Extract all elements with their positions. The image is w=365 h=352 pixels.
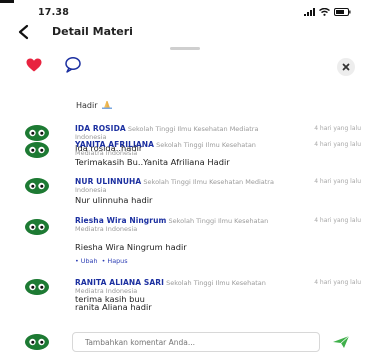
my-avatar-icon (25, 334, 49, 350)
status-bar: 17.38 (0, 0, 365, 22)
comment-time: 4 hari yang lalu (314, 141, 361, 148)
comment-text-line-2: ranita Aliana hadir (75, 302, 152, 312)
signal-icon (304, 8, 315, 16)
avatar-icon[interactable] (25, 279, 49, 295)
author-name[interactable]: Riesha Wira Ningrum (75, 216, 166, 225)
comment-author: IDA ROSIDA Sekolah Tinggi Ilmu Kesehatan… (75, 124, 290, 142)
author-name[interactable]: RANITA ALIANA SARI (75, 278, 164, 287)
sheet-grabber[interactable] (170, 47, 200, 50)
comment-input[interactable] (72, 332, 320, 352)
comment-text: Terimakasih Bu..Yanita Afriliana Hadir (75, 157, 230, 167)
status-icons (304, 7, 351, 17)
avatar-icon[interactable] (25, 178, 49, 194)
top-bar: Detail Materi (0, 22, 365, 44)
comment-author: NUR ULINNUHA Sekolah Tinggi Ilmu Kesehat… (75, 177, 290, 195)
delete-link[interactable]: • Hapus (102, 257, 128, 265)
author-name[interactable]: YANITA AFRILIANA (75, 140, 154, 149)
close-button[interactable] (337, 58, 355, 76)
edit-link[interactable]: • Ubah (75, 257, 98, 265)
battery-icon (334, 8, 351, 16)
close-icon (342, 63, 350, 71)
comment-time: 4 hari yang lalu (314, 217, 361, 224)
comment-bubble-icon[interactable] (64, 56, 82, 73)
send-icon[interactable] (332, 335, 350, 349)
previous-comment-text: Hadir (76, 99, 113, 110)
comment-author: Riesha Wira Ningrum Sekolah Tinggi Ilmu … (75, 216, 285, 234)
comment-time: 4 hari yang lalu (314, 125, 361, 132)
comment-text: Nur ulinnuha hadir (75, 195, 153, 205)
avatar-icon[interactable] (25, 219, 49, 235)
avatar-icon[interactable] (25, 142, 49, 158)
author-name[interactable]: NUR ULINNUHA (75, 177, 141, 186)
author-name[interactable]: IDA ROSIDA (75, 124, 126, 133)
comment-text: Riesha Wira Ningrum hadir (75, 242, 187, 252)
praying-hands-icon (101, 101, 112, 109)
comment-time: 4 hari yang lalu (314, 178, 361, 185)
wifi-icon (319, 8, 330, 16)
comment-actions: • Ubah • Hapus (75, 257, 128, 265)
heart-icon[interactable] (26, 58, 42, 72)
comment-time: 4 hari yang lalu (314, 279, 361, 286)
page-title: Detail Materi (52, 25, 133, 38)
comment-author: YANITA AFRILIANA Sekolah Tinggi Ilmu Kes… (75, 140, 285, 158)
back-arrow-icon[interactable] (16, 24, 34, 40)
comment-author: RANITA ALIANA SARI Sekolah Tinggi Ilmu K… (75, 278, 285, 296)
avatar-icon[interactable] (25, 125, 49, 141)
status-time: 17.38 (38, 7, 70, 18)
